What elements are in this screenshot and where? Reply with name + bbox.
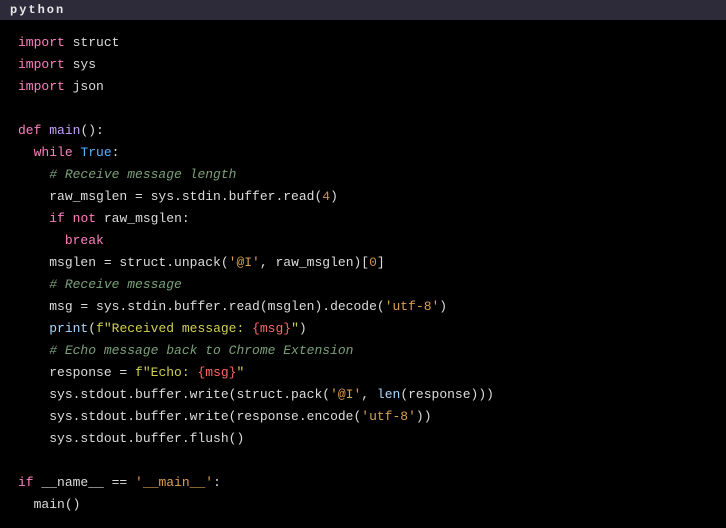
module-name: json [73, 79, 104, 94]
code-line: response = [49, 365, 135, 380]
number-literal: 4 [322, 189, 330, 204]
code-line: raw_msglen = sys.stdin.buffer.read( [49, 189, 322, 204]
paren: )) [416, 409, 432, 424]
keyword-not: not [73, 211, 96, 226]
paren: ( [88, 321, 96, 336]
identifier: raw_msglen: [104, 211, 190, 226]
keyword-def: def [18, 123, 41, 138]
code-line: sys.stdout.buffer.write(struct.pack( [49, 387, 330, 402]
string-literal: 'utf-8' [385, 299, 440, 314]
fstring: f"Received message: [96, 321, 252, 336]
paren: (): [80, 123, 103, 138]
keyword-import: import [18, 79, 65, 94]
paren: ) [330, 189, 338, 204]
string-literal: 'utf-8' [361, 409, 416, 424]
comment: # Receive message [49, 277, 182, 292]
code-content: import struct import sys import json def… [0, 20, 726, 528]
comment: # Receive message length [49, 167, 236, 182]
paren: ) [299, 321, 307, 336]
fstring-interp: {msg} [197, 365, 236, 380]
module-name: sys [73, 57, 96, 72]
code-line: (response))) [400, 387, 494, 402]
code-line: , [361, 387, 377, 402]
dunder-name: __name__ == [41, 475, 135, 490]
number-literal: 0 [369, 255, 377, 270]
literal-true: True [80, 145, 111, 160]
code-line: msglen = struct.unpack( [49, 255, 228, 270]
builtin-print: print [49, 321, 88, 336]
code-line: msg = sys.stdin.buffer.read(msglen).deco… [49, 299, 384, 314]
string-literal: '@I' [330, 387, 361, 402]
builtin-len: len [377, 387, 400, 402]
fstring-interp: {msg} [252, 321, 291, 336]
code-line: sys.stdout.buffer.flush() [49, 431, 244, 446]
function-call: main() [34, 497, 81, 512]
paren: ) [439, 299, 447, 314]
keyword-break: break [65, 233, 104, 248]
language-label: python [10, 3, 65, 17]
string-literal: '__main__' [135, 475, 213, 490]
colon: : [112, 145, 120, 160]
bracket: ] [377, 255, 385, 270]
keyword-while: while [34, 145, 73, 160]
keyword-import: import [18, 57, 65, 72]
function-name: main [49, 123, 80, 138]
comment: # Echo message back to Chrome Extension [49, 343, 353, 358]
code-line: , raw_msglen)[ [260, 255, 369, 270]
keyword-if: if [18, 475, 34, 490]
fstring: f"Echo: [135, 365, 197, 380]
code-block-header: python [0, 0, 726, 20]
string-literal: '@I' [229, 255, 260, 270]
fstring: " [236, 365, 244, 380]
fstring: " [291, 321, 299, 336]
code-line: sys.stdout.buffer.write(response.encode( [49, 409, 361, 424]
keyword-import: import [18, 35, 65, 50]
keyword-if: if [49, 211, 65, 226]
module-name: struct [73, 35, 120, 50]
colon: : [213, 475, 221, 490]
